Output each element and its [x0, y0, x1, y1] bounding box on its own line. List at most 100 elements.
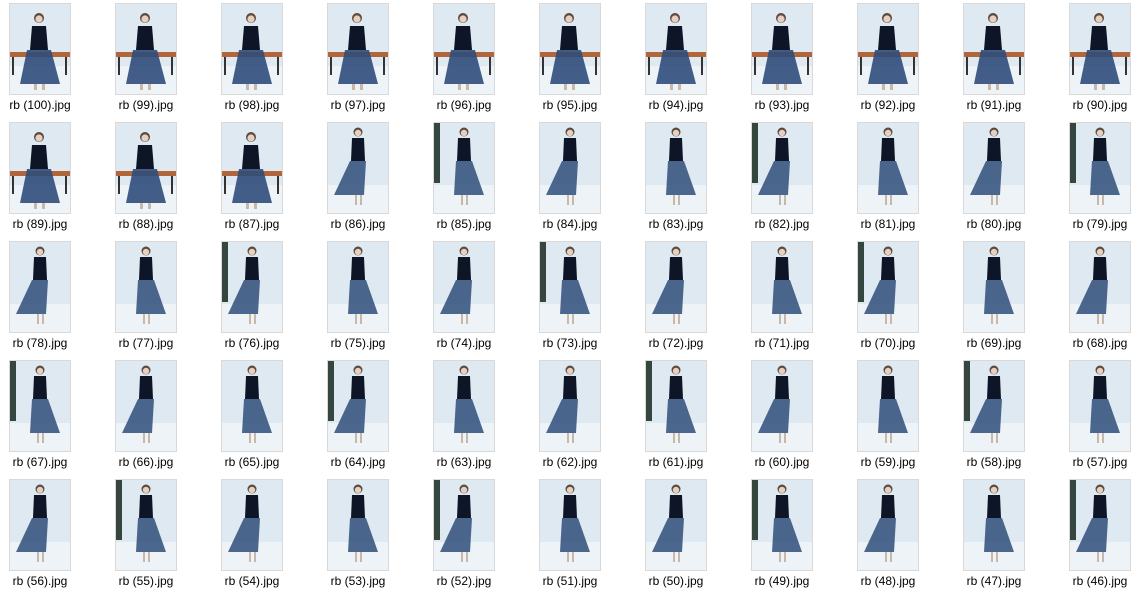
- file-thumbnail[interactable]: [116, 123, 176, 213]
- file-thumbnail[interactable]: [540, 480, 600, 570]
- file-thumbnail[interactable]: [10, 361, 70, 451]
- file-item[interactable]: rb (50).jpg: [637, 476, 737, 592]
- file-item[interactable]: rb (68).jpg: [1061, 238, 1145, 354]
- file-thumbnail[interactable]: [328, 480, 388, 570]
- file-item[interactable]: rb (93).jpg: [743, 0, 843, 116]
- file-item[interactable]: rb (85).jpg: [425, 119, 525, 235]
- file-name-label[interactable]: rb (67).jpg: [1, 455, 79, 469]
- file-thumbnail[interactable]: [646, 361, 706, 451]
- file-thumbnail[interactable]: [752, 242, 812, 332]
- file-thumbnail[interactable]: [434, 361, 494, 451]
- file-item[interactable]: rb (87).jpg: [213, 119, 313, 235]
- file-name-label[interactable]: rb (49).jpg: [743, 574, 821, 588]
- file-thumbnail[interactable]: [752, 361, 812, 451]
- file-item[interactable]: rb (52).jpg: [425, 476, 525, 592]
- file-item[interactable]: rb (74).jpg: [425, 238, 525, 354]
- file-name-label[interactable]: rb (92).jpg: [849, 98, 927, 112]
- file-thumbnail[interactable]: [222, 4, 282, 94]
- file-item[interactable]: rb (97).jpg: [319, 0, 419, 116]
- file-thumbnail[interactable]: [222, 361, 282, 451]
- file-name-label[interactable]: rb (52).jpg: [425, 574, 503, 588]
- file-thumbnail[interactable]: [10, 4, 70, 94]
- file-thumbnail[interactable]: [222, 242, 282, 332]
- file-name-label[interactable]: rb (51).jpg: [531, 574, 609, 588]
- file-item[interactable]: rb (49).jpg: [743, 476, 843, 592]
- file-name-label[interactable]: rb (54).jpg: [213, 574, 291, 588]
- file-thumbnail[interactable]: [1070, 242, 1130, 332]
- file-item[interactable]: rb (57).jpg: [1061, 357, 1145, 473]
- file-item[interactable]: rb (83).jpg: [637, 119, 737, 235]
- file-thumbnail[interactable]: [646, 480, 706, 570]
- file-item[interactable]: rb (86).jpg: [319, 119, 419, 235]
- file-thumbnail[interactable]: [1070, 361, 1130, 451]
- file-item[interactable]: rb (51).jpg: [531, 476, 631, 592]
- file-name-label[interactable]: rb (93).jpg: [743, 98, 821, 112]
- file-item[interactable]: rb (54).jpg: [213, 476, 313, 592]
- file-thumbnail[interactable]: [646, 4, 706, 94]
- file-thumbnail[interactable]: [434, 123, 494, 213]
- file-name-label[interactable]: rb (90).jpg: [1061, 98, 1139, 112]
- file-item[interactable]: rb (46).jpg: [1061, 476, 1145, 592]
- file-thumbnail[interactable]: [10, 242, 70, 332]
- file-thumbnail[interactable]: [858, 480, 918, 570]
- file-item[interactable]: rb (70).jpg: [849, 238, 949, 354]
- file-thumbnail[interactable]: [964, 361, 1024, 451]
- file-name-label[interactable]: rb (68).jpg: [1061, 336, 1139, 350]
- file-name-label[interactable]: rb (80).jpg: [955, 217, 1033, 231]
- file-item[interactable]: rb (99).jpg: [107, 0, 207, 116]
- file-item[interactable]: rb (79).jpg: [1061, 119, 1145, 235]
- file-item[interactable]: rb (88).jpg: [107, 119, 207, 235]
- file-name-label[interactable]: rb (57).jpg: [1061, 455, 1139, 469]
- file-thumbnail[interactable]: [328, 4, 388, 94]
- file-item[interactable]: rb (64).jpg: [319, 357, 419, 473]
- file-item[interactable]: rb (71).jpg: [743, 238, 843, 354]
- file-thumbnail[interactable]: [10, 480, 70, 570]
- file-item[interactable]: rb (48).jpg: [849, 476, 949, 592]
- file-item[interactable]: rb (59).jpg: [849, 357, 949, 473]
- file-name-label[interactable]: rb (100).jpg: [1, 98, 79, 112]
- file-name-label[interactable]: rb (96).jpg: [425, 98, 503, 112]
- file-item[interactable]: rb (67).jpg: [1, 357, 101, 473]
- file-item[interactable]: rb (47).jpg: [955, 476, 1055, 592]
- file-item[interactable]: rb (60).jpg: [743, 357, 843, 473]
- file-thumbnail[interactable]: [752, 4, 812, 94]
- file-thumbnail[interactable]: [752, 480, 812, 570]
- file-thumbnail[interactable]: [116, 4, 176, 94]
- file-thumbnail[interactable]: [858, 361, 918, 451]
- file-thumbnail[interactable]: [540, 4, 600, 94]
- file-thumbnail[interactable]: [116, 242, 176, 332]
- file-item[interactable]: rb (95).jpg: [531, 0, 631, 116]
- file-name-label[interactable]: rb (77).jpg: [107, 336, 185, 350]
- file-name-label[interactable]: rb (82).jpg: [743, 217, 821, 231]
- file-item[interactable]: rb (55).jpg: [107, 476, 207, 592]
- file-item[interactable]: rb (69).jpg: [955, 238, 1055, 354]
- file-name-label[interactable]: rb (83).jpg: [637, 217, 715, 231]
- file-name-label[interactable]: rb (87).jpg: [213, 217, 291, 231]
- file-thumbnail[interactable]: [222, 123, 282, 213]
- file-item[interactable]: rb (61).jpg: [637, 357, 737, 473]
- file-thumbnail[interactable]: [434, 4, 494, 94]
- file-name-label[interactable]: rb (70).jpg: [849, 336, 927, 350]
- file-name-label[interactable]: rb (56).jpg: [1, 574, 79, 588]
- file-name-label[interactable]: rb (69).jpg: [955, 336, 1033, 350]
- file-thumbnail[interactable]: [116, 480, 176, 570]
- file-item[interactable]: rb (91).jpg: [955, 0, 1055, 116]
- file-item[interactable]: rb (77).jpg: [107, 238, 207, 354]
- file-name-label[interactable]: rb (97).jpg: [319, 98, 397, 112]
- file-name-label[interactable]: rb (71).jpg: [743, 336, 821, 350]
- file-item[interactable]: rb (72).jpg: [637, 238, 737, 354]
- file-thumbnail[interactable]: [222, 480, 282, 570]
- file-thumbnail[interactable]: [646, 242, 706, 332]
- file-name-label[interactable]: rb (88).jpg: [107, 217, 185, 231]
- file-item[interactable]: rb (66).jpg: [107, 357, 207, 473]
- file-item[interactable]: rb (82).jpg: [743, 119, 843, 235]
- file-thumbnail[interactable]: [116, 361, 176, 451]
- file-item[interactable]: rb (80).jpg: [955, 119, 1055, 235]
- file-item[interactable]: rb (90).jpg: [1061, 0, 1145, 116]
- file-name-label[interactable]: rb (46).jpg: [1061, 574, 1139, 588]
- file-thumbnail[interactable]: [1070, 480, 1130, 570]
- file-thumbnail[interactable]: [858, 4, 918, 94]
- file-item[interactable]: rb (89).jpg: [1, 119, 101, 235]
- file-name-label[interactable]: rb (72).jpg: [637, 336, 715, 350]
- file-thumbnail[interactable]: [540, 123, 600, 213]
